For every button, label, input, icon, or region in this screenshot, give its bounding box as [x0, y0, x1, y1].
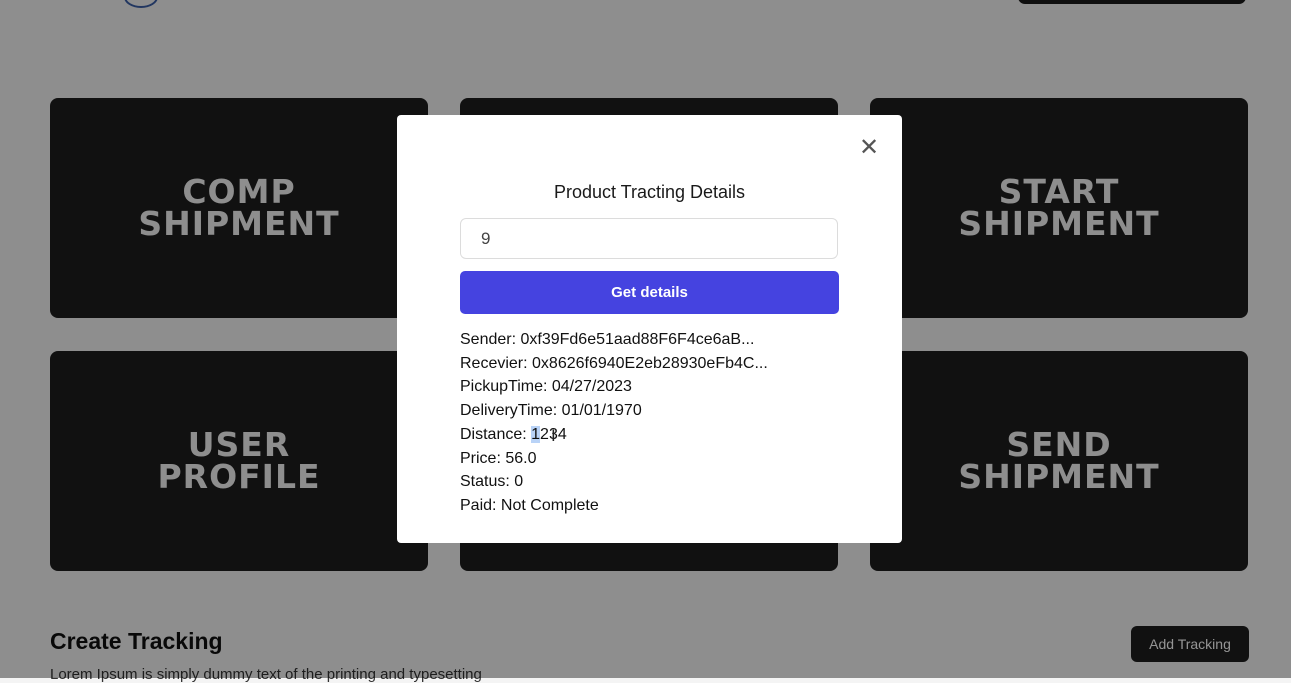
detail-price: Price: 56.0	[460, 449, 537, 467]
detail-delivery-time: DeliveryTime: 01/01/1970	[460, 402, 642, 420]
detail-distance: Distance: 1234	[460, 423, 768, 447]
detail-receiver: Recevier: 0x8626f6940E2eb28930eFb4C...	[460, 354, 768, 372]
close-icon[interactable]: ✕	[858, 136, 880, 160]
product-id-input[interactable]	[460, 218, 838, 259]
details-list: Sender: 0xf39Fd6e51aad88F6F4ce6aB... Rec…	[460, 328, 768, 518]
tracking-details-modal: ✕ Product Tracting Details Get details S…	[397, 115, 902, 543]
detail-paid: Paid: Not Complete	[460, 496, 599, 514]
distance-selected-text: 1	[531, 425, 541, 443]
detail-status: Status: 0	[460, 473, 524, 491]
modal-title: Product Tracting Details	[553, 182, 746, 202]
distance-label: Distance:	[460, 425, 532, 443]
get-details-button[interactable]: Get details	[460, 271, 839, 314]
text-cursor-icon: I	[551, 426, 556, 445]
detail-sender: Sender: 0xf39Fd6e51aad88F6F4ce6aB...	[460, 331, 755, 348]
detail-pickup-time: PickupTime: 04/27/2023	[460, 378, 632, 396]
